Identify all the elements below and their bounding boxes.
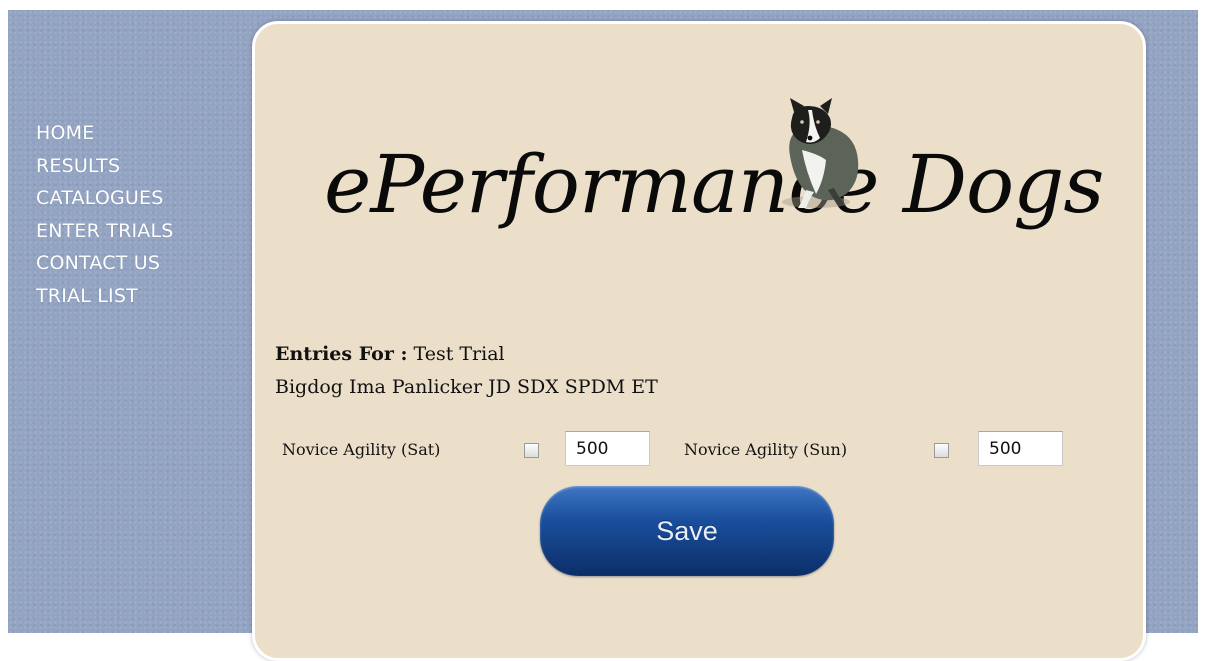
save-button[interactable]: Save xyxy=(540,486,834,576)
nav-contact-us-link[interactable]: CONTACT US xyxy=(36,247,174,280)
dog-name: Bigdog Ima Panlicker JD SDX SPDM ET xyxy=(275,376,658,398)
nav-results-link[interactable]: RESULTS xyxy=(36,150,174,183)
class-label-sun: Novice Agility (Sun) xyxy=(684,440,848,459)
nav-enter-trials-link[interactable]: ENTER TRIALS xyxy=(36,215,174,248)
trial-name: Test Trial xyxy=(413,343,505,365)
entries-label: Entries For : xyxy=(275,343,408,365)
site-logo: ePerformance Dogs xyxy=(318,92,1104,242)
entries-header: Entries For : Test Trial Bigdog Ima Panl… xyxy=(275,338,658,404)
fee-input-sat[interactable] xyxy=(565,431,650,466)
entries-title-line: Entries For : Test Trial xyxy=(275,338,658,371)
nav-home-link[interactable]: HOME xyxy=(36,117,174,150)
fee-input-sun[interactable] xyxy=(978,431,1063,466)
class-checkbox-sat[interactable] xyxy=(524,443,539,458)
nav-trial-list-link[interactable]: TRIAL LIST xyxy=(36,280,174,313)
class-checkbox-sun[interactable] xyxy=(934,443,949,458)
class-label-sat: Novice Agility (Sat) xyxy=(282,440,441,459)
logo-text: ePerformance Dogs xyxy=(324,138,1104,231)
border-collie-image xyxy=(782,98,859,208)
sidebar-nav: HOME RESULTS CATALOGUES ENTER TRIALS CON… xyxy=(36,117,174,313)
nav-catalogues-link[interactable]: CATALOGUES xyxy=(36,182,174,215)
